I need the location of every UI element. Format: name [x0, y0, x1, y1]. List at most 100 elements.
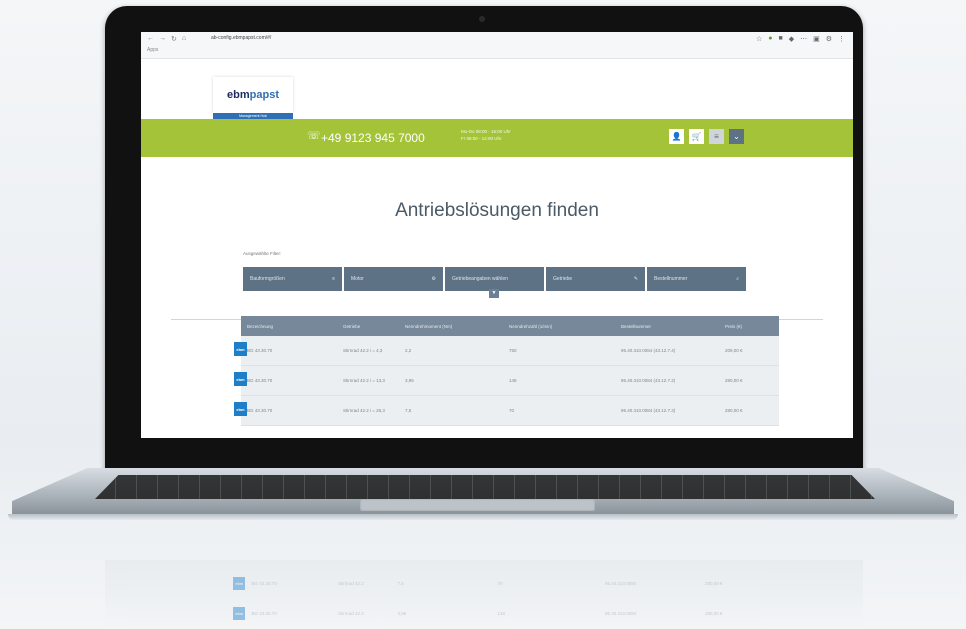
column-header[interactable]: Bestellnummer: [615, 324, 719, 329]
cell-order: 95.40.310.0084: [605, 580, 637, 586]
cell-speed: 70: [497, 580, 503, 586]
reflection-row: ebm BG 43.30.70 Stirnrad 42.2 3,95 148 9…: [233, 604, 753, 622]
site-header: ebm papst Management Hub: [141, 59, 853, 119]
gear-icon: ⚙: [431, 276, 436, 282]
phone-icon: ☏: [307, 130, 321, 142]
filter-label: Bauformgrößen: [250, 276, 285, 282]
cell-gear: Stirnrad 42.2 i = 26,3: [343, 408, 385, 413]
table-row[interactable]: ebm BG 43.30.70 Stirnrad 42.2 i = 13,3 3…: [234, 366, 779, 396]
laptop-base-edge: [8, 514, 958, 520]
table-header: Bezeichnung Getriebe Nenndrehmoment (Nm)…: [241, 316, 779, 336]
filter-caption: Ausgewählte Filter:: [243, 251, 282, 256]
column-header[interactable]: Getriebe: [337, 324, 399, 329]
opening-hours: Mo-Do 08:00 - 16:00 Uhr Fr 08:00 - 12:00…: [461, 128, 511, 142]
filter-label: Getriebe: [553, 276, 573, 282]
product-thumbnail: ebm: [234, 402, 247, 416]
chevron-down-icon[interactable]: ⌄: [729, 129, 744, 144]
cell-speed: 148: [497, 610, 505, 616]
home-icon[interactable]: ⌂: [182, 35, 186, 43]
settings-icon[interactable]: ⚙: [826, 35, 832, 43]
cell-name: BG 43.30.70: [247, 348, 273, 353]
user-icon[interactable]: 👤: [669, 129, 684, 144]
cell-torque: 3,95: [397, 610, 407, 616]
column-header[interactable]: Nenndrehzahl (1/min): [503, 324, 615, 329]
reload-icon[interactable]: ↻: [171, 35, 177, 43]
product-thumbnail: ebm: [234, 342, 247, 356]
wrench-icon: ✎: [633, 276, 638, 282]
extension-icon[interactable]: ◆: [789, 35, 794, 43]
address-bar[interactable]: ab-config.ebmpapst.com/#/: [211, 35, 271, 41]
filter-motor[interactable]: Motor ⚙: [344, 267, 443, 291]
forward-icon[interactable]: →: [159, 35, 166, 43]
star-icon[interactable]: ☆: [756, 35, 762, 43]
cell-gear: Stirnrad 42.2 i = 4,3: [343, 348, 383, 353]
cell-torque: 2,2: [405, 348, 412, 353]
cell-torque: 7,5: [397, 580, 404, 586]
bookmark-apps[interactable]: Apps: [147, 47, 158, 53]
filter-label: Bestellnummer: [654, 276, 688, 282]
filter-bestellnummer[interactable]: Bestellnummer ⌕: [647, 267, 746, 291]
cell-name: BG 43.30.70: [247, 408, 273, 413]
cell-price: 280,00 €: [725, 378, 743, 383]
browser-nav: ← → ↻ ⌂: [147, 35, 186, 43]
browser-toolbar: ← → ↻ ⌂ ab-config.ebmpapst.com/#/ Apps ☆…: [141, 32, 853, 59]
table-row[interactable]: ebm BG 43.30.70 Stirnrad 42.2 i = 26,3 7…: [234, 396, 779, 426]
extension-icon[interactable]: ▣: [813, 35, 820, 43]
cell-order: 95.40.310.0084 (43.12.7.3): [621, 408, 676, 413]
cell-name: BG 43.30.70: [251, 580, 277, 586]
reflection-row: ebm BG 43.30.70 Stirnrad 42.2 7,5 70 95.…: [233, 574, 753, 592]
extension-icons: ☆ ● ■ ◆ ⋯ ▣ ⚙ ⋮: [756, 35, 845, 43]
page-title: Antriebslösungen finden: [395, 200, 599, 221]
cell-price: 209,00 €: [725, 348, 743, 353]
back-icon[interactable]: ←: [147, 35, 154, 43]
cell-gear: Stirnrad 42.2: [337, 610, 364, 616]
filter-bauformgroessen[interactable]: Bauformgrößen ≡: [243, 267, 342, 291]
cell-speed: 148: [509, 378, 517, 383]
column-header[interactable]: Bezeichnung: [241, 324, 337, 329]
cell-torque: 7,5: [405, 408, 412, 413]
cell-speed: 70: [509, 408, 515, 413]
phone-number[interactable]: +49 9123 945 7000: [321, 131, 425, 145]
cell-gear: Stirnrad 42.2: [337, 580, 364, 586]
cell-price: 280,00 €: [725, 408, 743, 413]
filter-label: Getriebeangaben wählen: [452, 276, 508, 282]
column-header[interactable]: Nenndrehmoment (Nm): [399, 324, 503, 329]
header-actions: 👤 🛒 ≡ ⌄: [669, 129, 744, 144]
filter-getriebeangaben[interactable]: Getriebeangaben wählen: [445, 267, 544, 298]
cell-order: 95.40.310.0084 (43.12.7.2): [621, 378, 676, 383]
cell-gear: Stirnrad 42.2 i = 13,3: [343, 378, 385, 383]
list-icon: ≡: [332, 276, 335, 282]
column-header[interactable]: Preis (€): [719, 324, 779, 329]
logo[interactable]: ebm papst: [213, 77, 293, 113]
filter-bar: Bauformgrößen ≡ Motor ⚙ Getriebeangaben …: [243, 267, 746, 298]
keyboard: [95, 475, 875, 499]
extension-icon[interactable]: ●: [768, 35, 772, 43]
table-row[interactable]: ebm BG 43.30.70 Stirnrad 42.2 i = 4,3 2,…: [234, 336, 779, 366]
cell-speed: 750: [509, 348, 517, 353]
cart-icon[interactable]: 🛒: [689, 129, 704, 144]
cell-order: 95.40.310.0084: [605, 610, 637, 616]
product-thumbnail: ebm: [233, 576, 246, 590]
menu-icon[interactable]: ≡: [709, 129, 724, 144]
trackpad: [360, 499, 595, 511]
filter-getriebe[interactable]: Getriebe ✎: [546, 267, 645, 291]
product-thumbnail: ebm: [233, 606, 246, 620]
logo-accent: papst: [249, 89, 279, 101]
logo-main: ebm: [227, 89, 250, 101]
screen-reflection: ebm BG 43.30.70 Stirnrad 42.2 7,5 70 95.…: [105, 560, 863, 629]
laptop-screen: ← → ↻ ⌂ ab-config.ebmpapst.com/#/ Apps ☆…: [141, 32, 853, 438]
cell-order: 95.40.310.0084 (43.12.7.4): [621, 348, 676, 353]
hours-line: Fr 08:00 - 12:00 Uhr: [461, 136, 502, 141]
cell-price: 280,00 €: [704, 580, 723, 586]
cell-torque: 3,95: [405, 378, 414, 383]
hours-line: Mo-Do 08:00 - 16:00 Uhr: [461, 129, 511, 134]
extension-icon[interactable]: ■: [778, 35, 782, 43]
camera: [479, 16, 485, 22]
filter-label: Motor: [351, 276, 364, 282]
search-icon: ⌕: [736, 276, 739, 282]
results-table: Bezeichnung Getriebe Nenndrehmoment (Nm)…: [234, 316, 779, 426]
menu-icon[interactable]: ⋮: [838, 35, 845, 43]
product-thumbnail: ebm: [234, 372, 247, 386]
more-icon[interactable]: ⋯: [800, 35, 807, 43]
contact-bar: ☏ +49 9123 945 7000 Mo-Do 08:00 - 16:00 …: [141, 119, 853, 157]
